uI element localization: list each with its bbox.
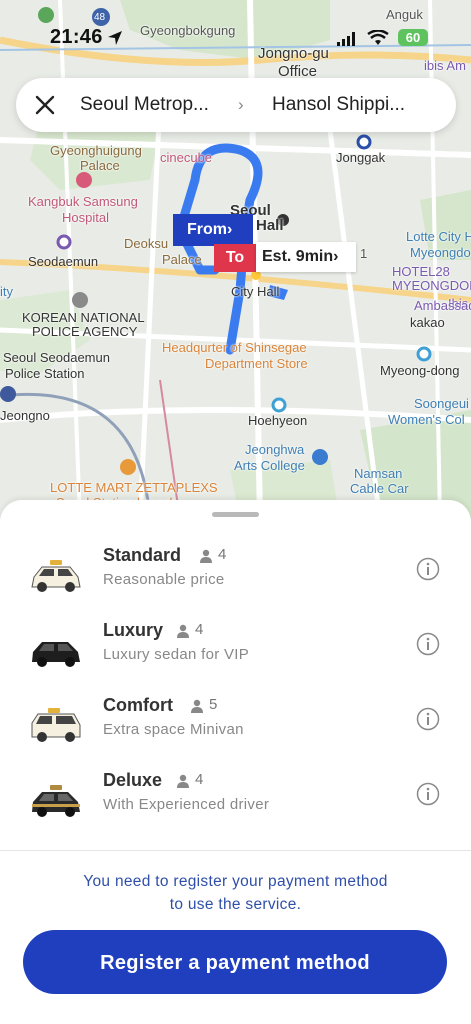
payment-notice: You need to register your payment method… [0,870,471,916]
map-label-knpa: KOREAN NATIONAL [22,310,145,325]
eta-marker[interactable]: Est. 9min› [256,242,356,272]
car-option-luxury[interactable]: Luxury 4 Luxury sedan for VIP [0,620,471,694]
battery-indicator: 60 [398,29,428,46]
map-label-lotte-city: Lotte City H [406,229,471,244]
map-label-hospital: Hospital [62,210,109,225]
person-icon [177,624,189,638]
status-time: 21:46 [50,26,103,48]
map-label-police-agency: POLICE AGENCY [32,324,138,339]
map-label-ibis-am: ibis Am [424,58,466,73]
person-icon [191,699,203,713]
car-description: Luxury sedan for VIP [103,646,250,663]
map-label-office: Office [278,63,317,80]
person-icon [177,774,189,788]
payment-notice-line-1: You need to register your payment method [83,873,388,890]
car-name: Luxury [103,620,164,640]
map-label-city-hall: City Hall [231,284,280,299]
chevron-right-icon: › [238,95,244,114]
car-name: Deluxe [103,770,163,790]
person-icon [200,549,212,563]
map-label-deoksu: Deoksu [124,236,169,251]
map-label-number: 1 [360,246,368,261]
sheet-drag-handle[interactable] [212,512,259,517]
seat-count: 4 [195,621,204,638]
car-option-comfort[interactable]: Comfort 5 Extra space Minivan [0,695,471,769]
info-icon[interactable] [416,557,440,581]
seat-count: 4 [195,771,204,788]
map-label-anguk: Anguk [386,7,423,22]
map-label-ambassador: Ambassado [414,298,471,313]
route-search-bar[interactable]: Seoul Metrop... › Hansol Shippi... [16,78,456,132]
register-payment-button[interactable]: Register a payment method [23,930,447,994]
payment-notice-line-2: to use the service. [169,896,302,913]
map-label-ity: ity [0,284,13,299]
map-label-seodaemun: Seodaemun [28,254,99,269]
info-icon[interactable] [416,782,440,806]
car-description: Reasonable price [103,571,225,588]
car-option-standard[interactable]: Standard 4 Reasonable price [0,545,471,619]
map-label-hoehyeon: Hoehyeon [248,413,308,428]
map-label-namsan: Namsan [354,466,403,481]
map-label-shinsegae: Headqurter of Shinsegae [162,340,307,355]
taxi-comfort-icon [31,708,81,742]
map-label-arts-college: Arts College [234,458,305,473]
map-label-police-station: Police Station [5,366,85,381]
car-option-deluxe[interactable]: Deluxe 4 With Experienced driver [0,770,471,844]
info-icon[interactable] [416,632,440,656]
map-label-hotel28: HOTEL28 [392,264,450,279]
map-label-jonggak: Jonggak [336,150,386,165]
map-label-cable-car: Cable Car [350,481,409,496]
map-label-jeongno: Jeongno [0,408,50,423]
car-description: With Experienced driver [103,796,270,813]
origin-field[interactable]: Seoul Metrop... [80,94,209,116]
map-label-kangbuk-samsung: Kangbuk Samsung [28,194,138,209]
car-name: Standard [103,545,182,565]
taxi-luxury-icon [32,642,80,667]
taxi-standard-icon [31,560,81,592]
car-name: Comfort [103,695,173,715]
map-label-myeongdo: Myeongdo [410,245,471,260]
map-label-myeongdong-hotel: MYEONGDON [392,278,471,293]
map-label-gyeonghuigung: Gyeonghuigung [50,143,142,158]
status-bar: 21:46 60 [0,22,471,52]
seat-count: 4 [218,546,227,563]
map-label-department-store: Department Store [205,356,308,371]
taxi-deluxe-icon [32,785,80,817]
map-label-myeong-dong: Myeong-dong [380,363,460,378]
map-label-seodaemun-ps: Seoul Seodaemun [3,350,110,365]
cellular-signal-icon [337,32,355,46]
ride-options-sheet: Standard 4 Reasonable price Luxury 4 Lux… [0,500,471,1024]
location-arrow-icon [108,31,122,45]
seat-count: 5 [209,696,218,713]
map-label-kakao: kakao [410,315,445,330]
map-label-soongeui: Soongeui [414,396,469,411]
map-label-cinecube: cinecube [160,150,213,165]
wifi-icon [367,30,389,45]
destination-field[interactable]: Hansol Shippi... [272,94,405,116]
close-icon[interactable] [32,92,58,118]
map-label-jeonghwa: Jeonghwa [245,442,305,457]
car-description: Extra space Minivan [103,721,244,738]
map-view[interactable]: Gyeongbokgung Anguk Jongno-gu Office ibi… [0,0,471,520]
map-label-palace: Palace [80,158,120,173]
from-marker[interactable]: From› [173,214,253,246]
to-marker[interactable]: To [214,244,256,272]
map-label-palace-2: Palace [162,252,202,267]
divider [0,850,471,851]
map-label-hall: Hall [256,217,284,234]
info-icon[interactable] [416,707,440,731]
map-label-lotte-mart: LOTTE MART ZETTAPLEXS [50,480,218,495]
map-label-womens-col: Women's Col [388,412,465,427]
